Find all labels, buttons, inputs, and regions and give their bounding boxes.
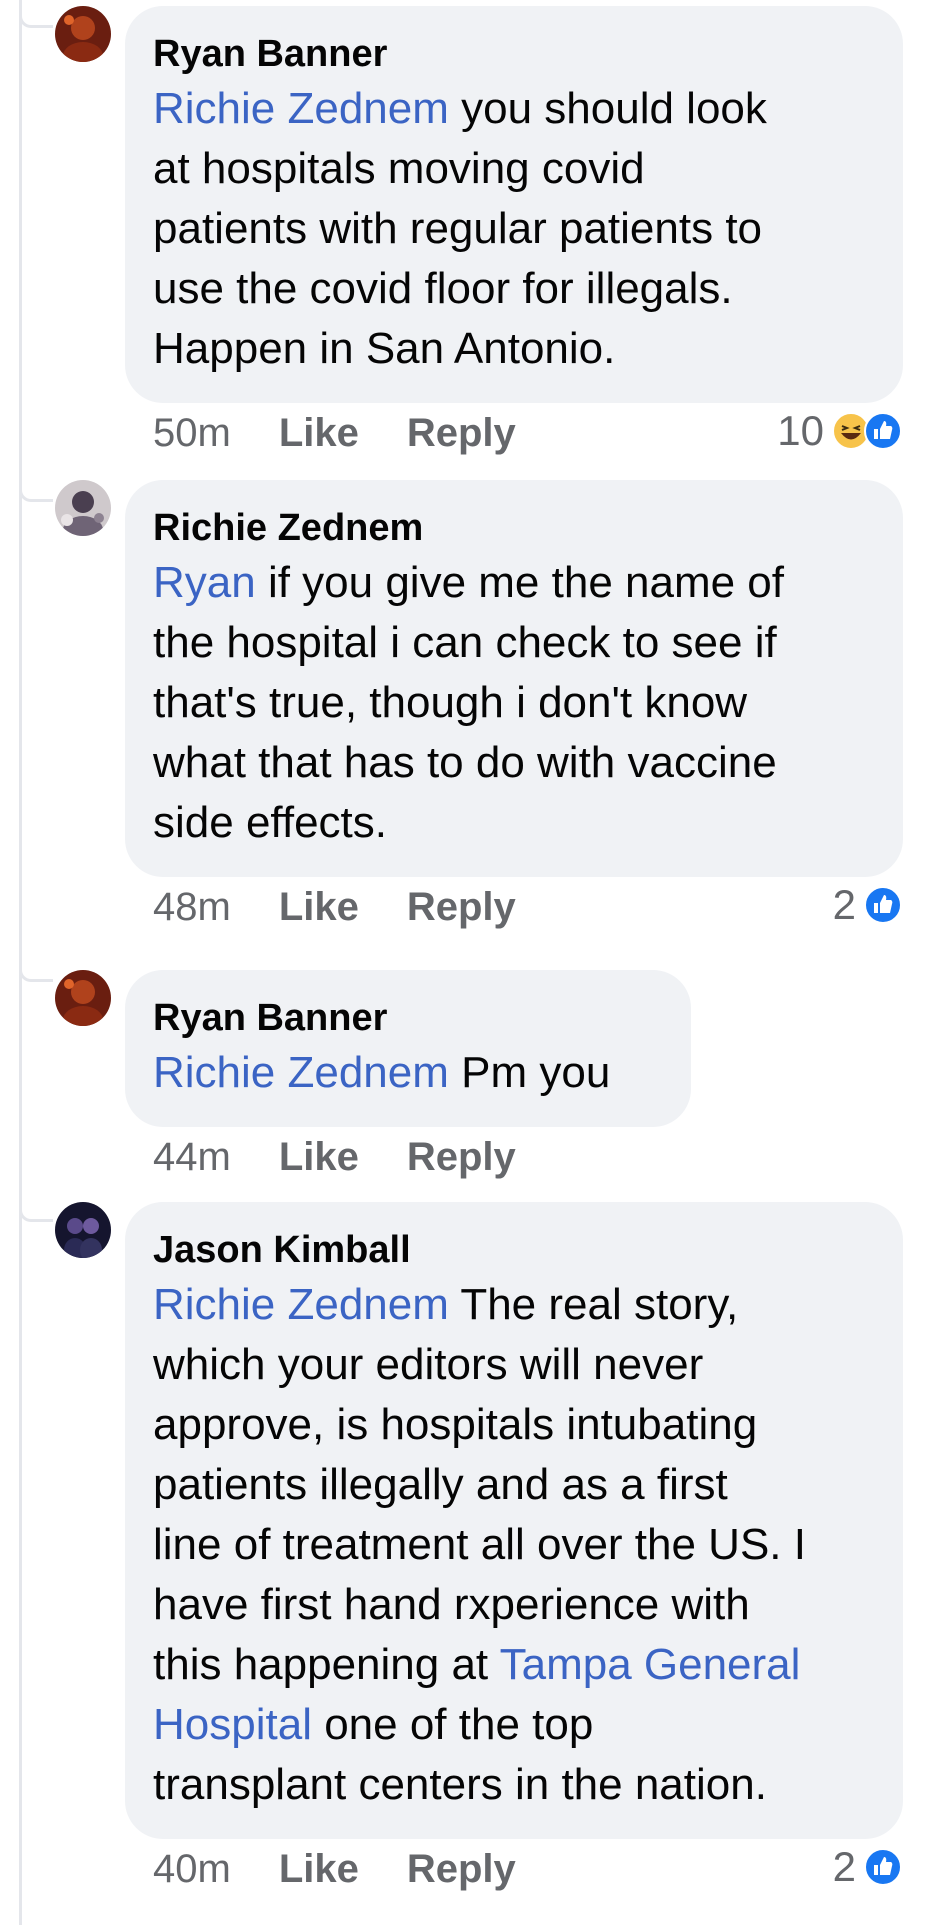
avatar-ryan-banner[interactable] [55,6,111,62]
comment-actions: 44m Like Reply [153,1132,564,1182]
thread-connector [19,470,53,502]
reaction-count: 10 [777,407,824,454]
comment-timestamp[interactable]: 48m [153,882,231,932]
reaction-summary[interactable]: 2 [833,880,902,930]
reply-button[interactable]: Reply [407,1844,516,1894]
like-icon [864,1848,902,1886]
comment-timestamp[interactable]: 50m [153,408,231,458]
comment-text: Richie Zednem you should look at hospita… [153,79,875,379]
avatar-ryan-banner[interactable] [55,970,111,1026]
reaction-summary[interactable]: 10 [777,406,902,456]
thread-connector [19,950,53,982]
comment-actions: 40m Like Reply [153,1844,564,1894]
like-icon [864,412,902,450]
like-button[interactable]: Like [279,408,359,458]
comment-author[interactable]: Ryan Banner [153,993,663,1043]
like-button[interactable]: Like [279,882,359,932]
mention-link[interactable]: Richie Zednem [153,1280,449,1329]
like-icon [864,886,902,924]
like-button[interactable]: Like [279,1132,359,1182]
comment-text: Richie Zednem Pm you [153,1043,663,1103]
comment-text: Richie Zednem The real story, which your… [153,1275,875,1815]
avatar-jason-kimball[interactable] [55,1202,111,1258]
comment-text: Ryan if you give me the name of the hosp… [153,553,875,853]
comment-author[interactable]: Ryan Banner [153,29,875,79]
comment-bubble: Richie Zednem Ryan if you give me the na… [125,480,903,877]
comment-author[interactable]: Jason Kimball [153,1225,875,1275]
thread-connector [19,0,53,28]
comment-bubble: Ryan Banner Richie Zednem Pm you [125,970,691,1127]
comment-timestamp[interactable]: 40m [153,1844,231,1894]
reaction-count: 2 [832,1843,856,1890]
reaction-summary[interactable]: 2 [833,1842,902,1892]
avatar-richie-zednem[interactable] [55,480,111,536]
reply-button[interactable]: Reply [407,1132,516,1182]
comment-body: The real story, which your editors will … [153,1280,806,1689]
reaction-count: 2 [832,881,856,928]
mention-link[interactable]: Ryan [153,558,256,607]
comment-timestamp[interactable]: 44m [153,1132,231,1182]
reply-button[interactable]: Reply [407,882,516,932]
comment-bubble: Jason Kimball Richie Zednem The real sto… [125,1202,903,1839]
comment-actions: 50m Like Reply [153,408,564,458]
mention-link[interactable]: Richie Zednem [153,1048,449,1097]
mention-link[interactable]: Richie Zednem [153,84,449,133]
reply-button[interactable]: Reply [407,408,516,458]
comment-author[interactable]: Richie Zednem [153,503,875,553]
thread-connector [19,1190,53,1222]
comment-bubble: Ryan Banner Richie Zednem you should loo… [125,6,903,403]
comment-body: Pm you [448,1048,611,1097]
like-button[interactable]: Like [279,1844,359,1894]
comment-actions: 48m Like Reply [153,882,564,932]
